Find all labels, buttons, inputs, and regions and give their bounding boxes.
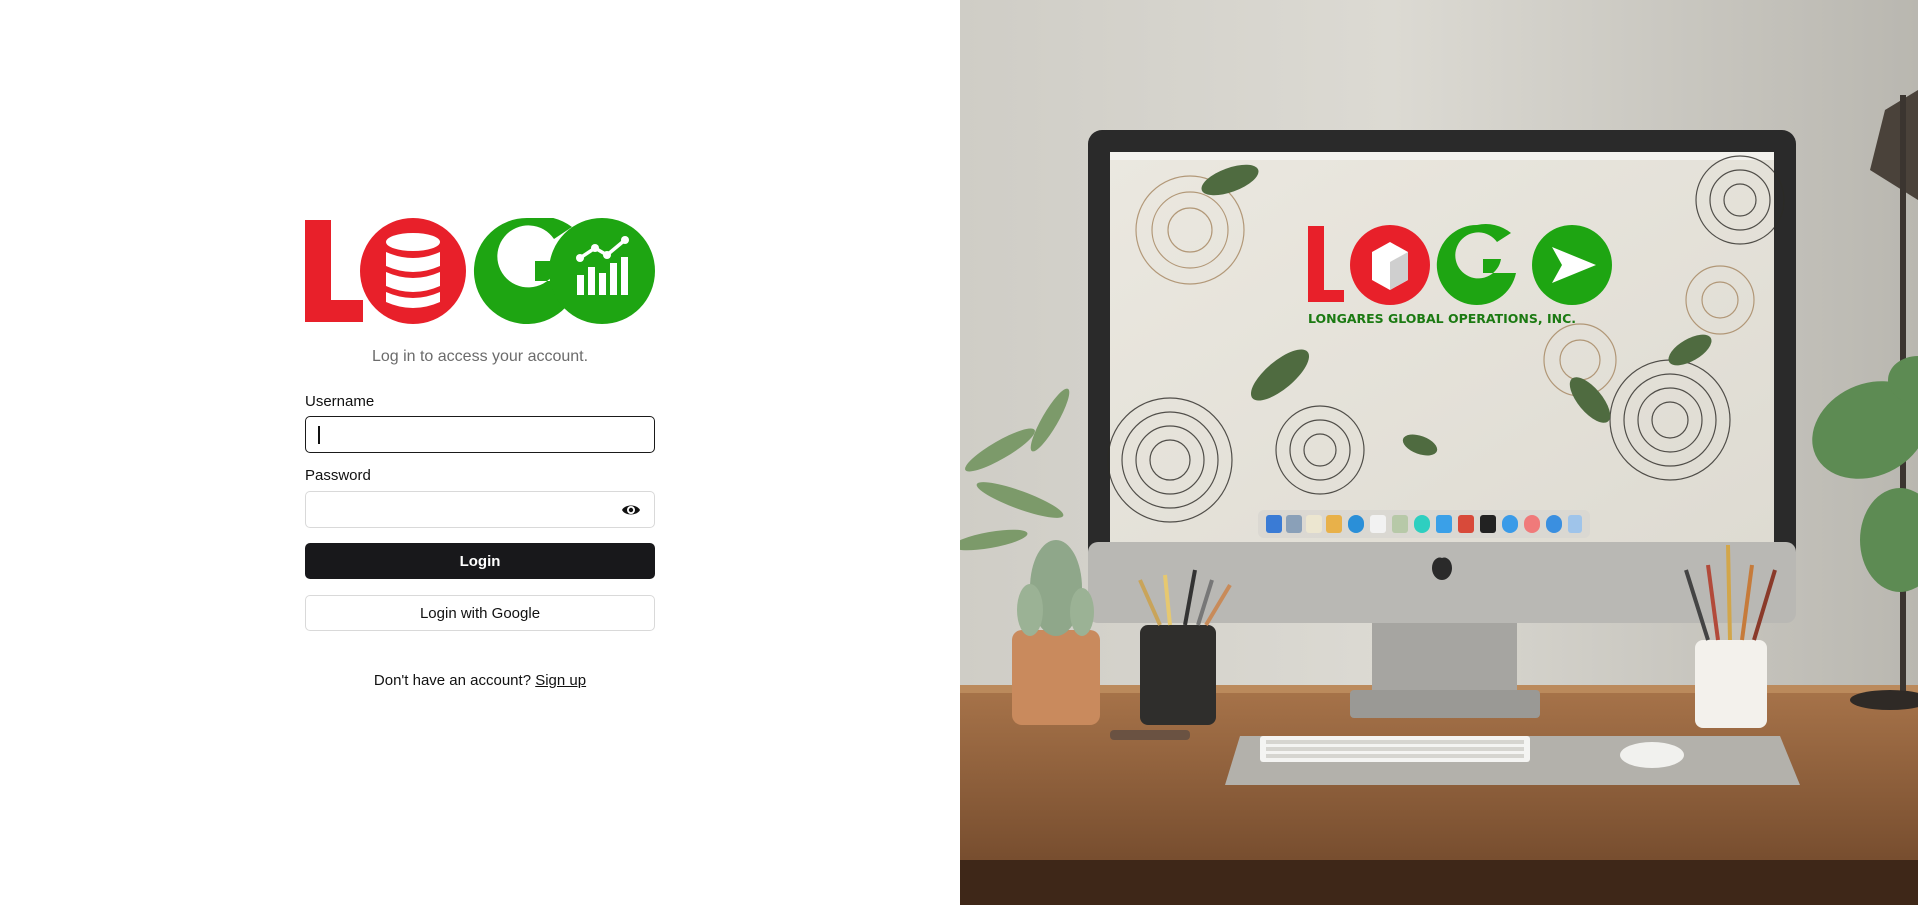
login-panel: Log in to access your account. Username … bbox=[0, 0, 960, 905]
signup-line: Don't have an account? Sign up bbox=[305, 672, 655, 689]
password-input[interactable] bbox=[305, 491, 655, 528]
password-label: Password bbox=[305, 467, 371, 484]
signup-link[interactable]: Sign up bbox=[535, 672, 586, 689]
eye-icon[interactable] bbox=[621, 501, 641, 519]
google-login-button[interactable]: Login with Google bbox=[305, 595, 655, 631]
desk-scene-illustration: LONGARES GLOBAL OPERATIONS, INC. bbox=[960, 0, 1918, 905]
brand-logo bbox=[305, 218, 655, 324]
login-button[interactable]: Login bbox=[305, 543, 655, 579]
login-subtitle: Log in to access your account. bbox=[371, 348, 589, 365]
signup-prompt: Don't have an account? bbox=[373, 672, 532, 689]
username-input[interactable] bbox=[305, 416, 655, 453]
text-caret bbox=[318, 426, 320, 444]
username-label: Username bbox=[305, 393, 375, 410]
screen-tagline: LONGARES GLOBAL OPERATIONS, INC. bbox=[1308, 311, 1576, 326]
hero-image: LONGARES GLOBAL OPERATIONS, INC. bbox=[960, 0, 1918, 905]
